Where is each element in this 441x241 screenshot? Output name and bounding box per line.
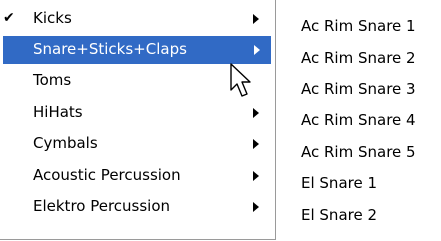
submenu-item[interactable]: Ac Rim Snare 4 bbox=[301, 110, 416, 138]
submenu-arrow-icon bbox=[253, 171, 259, 181]
menu-item-label: Acoustic Percussion bbox=[33, 166, 181, 184]
menu-item-label: Cymbals bbox=[33, 134, 98, 152]
submenu-arrow-icon bbox=[253, 108, 259, 118]
submenu-item[interactable]: Ac Rim Snare 1 bbox=[301, 16, 416, 44]
category-menu: ✔ Kicks Snare+Sticks+Claps Toms HiHats C… bbox=[0, 0, 276, 240]
menu-item-elektro-percussion[interactable]: Elektro Percussion bbox=[0, 193, 276, 221]
menu-item-acoustic-percussion[interactable]: Acoustic Percussion bbox=[0, 162, 276, 190]
menu-item-label: Snare+Sticks+Claps bbox=[33, 40, 187, 58]
submenu-item[interactable]: El Snare 1 bbox=[301, 173, 377, 201]
submenu-item[interactable]: Ac Rim Snare 5 bbox=[301, 142, 416, 170]
mouse-pointer-icon bbox=[230, 63, 251, 97]
menu-screenshot: ✔ Kicks Snare+Sticks+Claps Toms HiHats C… bbox=[0, 0, 441, 241]
menu-item-label: Toms bbox=[33, 71, 72, 89]
submenu-item[interactable]: El Snare 2 bbox=[301, 205, 377, 233]
menu-item-cymbals[interactable]: Cymbals bbox=[0, 130, 276, 158]
submenu-arrow-icon bbox=[254, 45, 260, 55]
menu-item-hihats[interactable]: HiHats bbox=[0, 99, 276, 127]
submenu-arrow-icon bbox=[253, 14, 259, 24]
menu-item-kicks[interactable]: ✔ Kicks bbox=[0, 5, 276, 33]
menu-item-label: HiHats bbox=[33, 103, 83, 121]
submenu-arrow-icon bbox=[253, 139, 259, 149]
menu-item-label: Kicks bbox=[33, 9, 72, 27]
submenu-arrow-icon bbox=[253, 202, 259, 212]
submenu-item[interactable]: Ac Rim Snare 3 bbox=[301, 79, 416, 107]
snare-submenu: Ac Rim Snare 1 Ac Rim Snare 2 Ac Rim Sna… bbox=[301, 0, 441, 240]
menu-item-snare-sticks-claps[interactable]: Snare+Sticks+Claps bbox=[3, 36, 271, 64]
submenu-item[interactable]: Ac Rim Snare 2 bbox=[301, 48, 416, 76]
checkmark-icon: ✔ bbox=[3, 10, 15, 26]
menu-item-label: Elektro Percussion bbox=[33, 197, 171, 215]
